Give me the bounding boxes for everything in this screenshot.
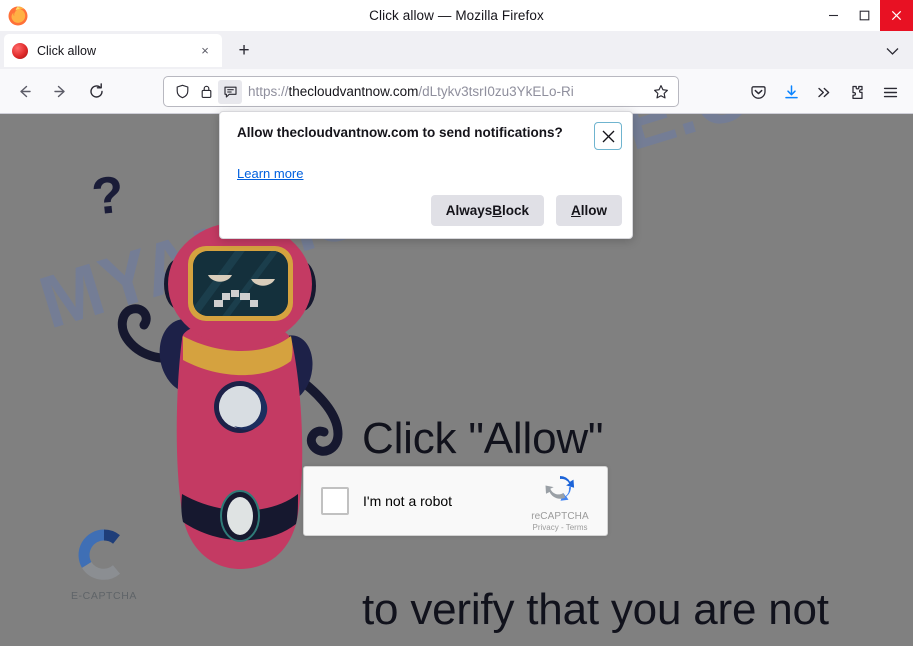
url-path: /dLtykv3tsrI0zu3YkELo-Ri: [418, 84, 574, 99]
always-block-button[interactable]: Always Block: [430, 195, 544, 226]
back-button[interactable]: [8, 76, 41, 106]
allow-suffix: llow: [580, 203, 607, 218]
recaptcha-branding: reCAPTCHA Privacy - Terms: [519, 471, 601, 532]
shield-icon[interactable]: [170, 80, 194, 104]
list-all-tabs-chevron-down-icon[interactable]: [881, 42, 903, 60]
firefox-window: Click allow — Mozilla Firefox Click allo…: [0, 0, 913, 646]
nav-buttons-group: [8, 76, 113, 106]
toolbar-right-group: [743, 77, 905, 107]
recaptcha-brand-name: reCAPTCHA: [531, 510, 589, 522]
ecaptcha-badge: E-CAPTCHA: [66, 529, 142, 602]
headline-line-1: Click "Allow": [362, 414, 604, 463]
maximize-button[interactable]: [849, 0, 880, 31]
close-window-button[interactable]: [880, 0, 913, 31]
window-title: Click allow — Mozilla Firefox: [369, 8, 544, 23]
recaptcha-privacy-terms-links[interactable]: Privacy - Terms: [519, 523, 601, 532]
hamburger-menu-icon[interactable]: [875, 77, 905, 107]
ecaptcha-label: E-CAPTCHA: [70, 590, 138, 602]
allow-accesskey: A: [571, 203, 581, 218]
tab-strip: Click allow × +: [0, 31, 913, 69]
always-block-prefix: Always: [445, 203, 493, 218]
window-titlebar: Click allow — Mozilla Firefox: [0, 0, 913, 31]
tab-favicon-icon: [12, 42, 28, 59]
pocket-icon[interactable]: [743, 77, 773, 107]
url-text[interactable]: https://thecloudvantnow.com/dLtykv3tsrI0…: [248, 84, 648, 99]
notification-permission-icon[interactable]: [218, 79, 242, 104]
minimize-button[interactable]: [818, 0, 849, 31]
notification-panel-actions: Always Block Allow: [430, 195, 622, 226]
overflow-chevrons-icon[interactable]: [809, 77, 839, 107]
tab-title: Click allow: [37, 43, 97, 58]
new-tab-button[interactable]: +: [231, 40, 257, 62]
tab-click-allow[interactable]: Click allow ×: [4, 34, 222, 67]
learn-more-link[interactable]: Learn more: [237, 166, 303, 181]
bookmark-star-icon[interactable]: [648, 80, 674, 104]
window-controls: [818, 0, 913, 31]
reload-button[interactable]: [80, 76, 113, 106]
url-scheme: https://: [248, 84, 289, 99]
always-block-accesskey: B: [492, 203, 502, 218]
question-mark-icon: ?: [89, 165, 127, 227]
ecaptcha-logo-icon: [78, 529, 121, 580]
always-block-suffix: lock: [501, 203, 529, 218]
headline-line-2: to verify that you are not: [362, 585, 829, 634]
download-icon[interactable]: [776, 77, 806, 107]
extensions-puzzle-icon[interactable]: [842, 77, 872, 107]
recaptcha-checkbox[interactable]: [321, 487, 349, 515]
recaptcha-logo-icon: [545, 475, 575, 501]
close-tab-icon[interactable]: ×: [196, 42, 214, 60]
recaptcha-widget[interactable]: I'm not a robot reCAPTCHA Privacy - Term…: [303, 466, 608, 536]
url-domain: thecloudvantnow.com: [288, 84, 419, 99]
address-bar[interactable]: https://thecloudvantnow.com/dLtykv3tsrI0…: [163, 76, 679, 107]
padlock-icon[interactable]: [194, 80, 218, 104]
forward-button[interactable]: [44, 76, 77, 106]
close-panel-button[interactable]: [594, 122, 622, 150]
allow-button[interactable]: Allow: [556, 195, 622, 226]
notification-permission-panel: Allow thecloudvantnow.com to send notifi…: [219, 111, 633, 239]
notification-panel-title: Allow thecloudvantnow.com to send notifi…: [237, 125, 563, 140]
recaptcha-label: I'm not a robot: [363, 493, 453, 509]
